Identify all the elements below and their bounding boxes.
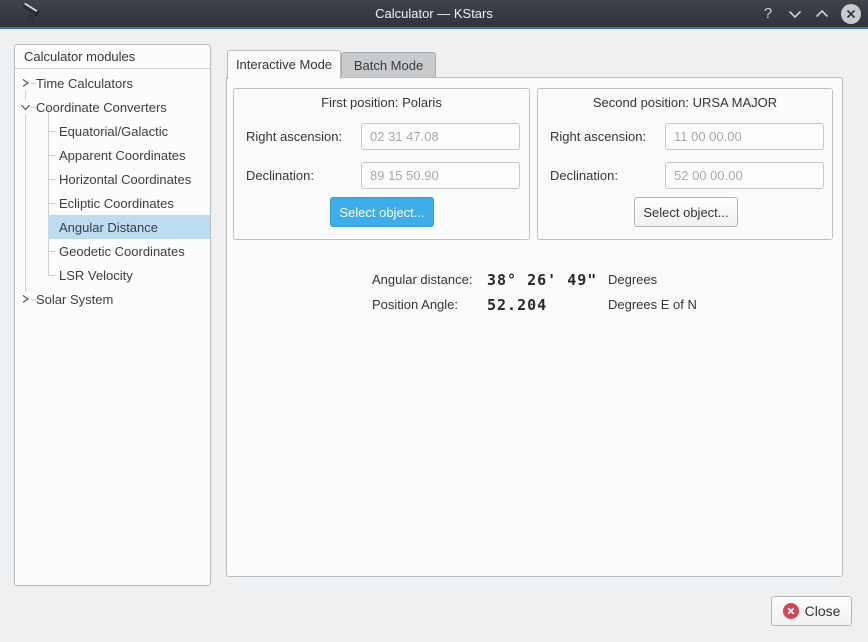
tree-item-label: Geodetic Coordinates: [59, 244, 185, 259]
sidebar-item-horizontal-coordinates[interactable]: Horizontal Coordinates: [48, 167, 210, 191]
tree-item-label: Equatorial/Galactic: [59, 124, 168, 139]
first-ra-label: Right ascension:: [246, 123, 342, 150]
chevron-up-icon: [815, 8, 829, 20]
position-angle-unit: Degrees E of N: [608, 297, 697, 312]
tab-interactive-mode[interactable]: Interactive Mode: [227, 50, 341, 79]
first-dec-label: Declination:: [246, 162, 314, 189]
kstars-calculator-window: Calculator — KStars ? Calculator modules: [0, 0, 868, 642]
second-ra-label: Right ascension:: [550, 123, 646, 150]
first-dec-input[interactable]: [361, 162, 520, 189]
sidebar-header: Calculator modules: [15, 45, 210, 69]
angular-distance-unit: Degrees: [608, 272, 697, 287]
tab-batch-mode[interactable]: Batch Mode: [341, 52, 436, 78]
sidebar-item-apparent-coordinates[interactable]: Apparent Coordinates: [48, 143, 210, 167]
sidebar-item-equatorial-galactic[interactable]: Equatorial/Galactic: [48, 119, 210, 143]
help-button[interactable]: ?: [760, 5, 776, 23]
position-angle-label: Position Angle:: [372, 297, 487, 312]
position-angle-value: 52.204: [487, 296, 608, 314]
results-area: Angular distance: 38° 26' 49" Degrees Po…: [372, 267, 697, 317]
maximize-button[interactable]: [814, 5, 830, 23]
interactive-mode-panel: First position: Polaris Right ascension:…: [226, 77, 843, 577]
first-ra-input[interactable]: [361, 123, 520, 150]
chevron-right-icon[interactable]: [20, 76, 31, 90]
shade-button[interactable]: [787, 5, 803, 23]
sidebar-item-time-calculators[interactable]: Time Calculators: [15, 71, 210, 95]
module-tree: Time Calculators Coordinate Converters E…: [15, 69, 210, 311]
titlebar[interactable]: Calculator — KStars ?: [0, 0, 868, 27]
sidebar-item-solar-system[interactable]: Solar System: [15, 287, 210, 311]
second-position-groupbox: Second position: URSA MAJOR Right ascens…: [537, 88, 833, 240]
close-button-label: Close: [805, 603, 841, 619]
second-ra-input[interactable]: [665, 123, 824, 150]
tree-item-label: Horizontal Coordinates: [59, 172, 191, 187]
tree-item-label: LSR Velocity: [59, 268, 133, 283]
second-position-title: Second position: URSA MAJOR: [538, 95, 832, 110]
tree-item-label: Apparent Coordinates: [59, 148, 185, 163]
tree-item-label: Coordinate Converters: [36, 100, 167, 115]
sidebar-item-lsr-velocity[interactable]: LSR Velocity: [48, 263, 210, 287]
titlebar-accent-line: [0, 27, 868, 29]
question-mark-icon: ?: [764, 6, 772, 22]
chevron-down-icon: [788, 8, 802, 20]
sidebar-item-geodetic-coordinates[interactable]: Geodetic Coordinates: [48, 239, 210, 263]
first-position-title: First position: Polaris: [234, 95, 529, 110]
first-position-groupbox: First position: Polaris Right ascension:…: [233, 88, 530, 240]
tree-item-label: Solar System: [36, 292, 113, 307]
second-dec-label: Declination:: [550, 162, 618, 189]
red-circled-x-icon: [783, 603, 799, 619]
tree-item-label: Time Calculators: [36, 76, 133, 91]
chevron-right-icon[interactable]: [20, 292, 31, 306]
close-icon: [846, 9, 856, 19]
sidebar-item-coordinate-converters[interactable]: Coordinate Converters: [15, 95, 210, 119]
calculator-modules-panel: Calculator modules Time Calculators Coor…: [14, 44, 211, 586]
sidebar-item-ecliptic-coordinates[interactable]: Ecliptic Coordinates: [48, 191, 210, 215]
second-select-object-button[interactable]: Select object...: [634, 197, 738, 227]
second-dec-input[interactable]: [665, 162, 824, 189]
angular-distance-label: Angular distance:: [372, 272, 487, 287]
sidebar-item-angular-distance[interactable]: Angular Distance: [48, 215, 210, 239]
angular-distance-value: 38° 26' 49": [487, 271, 608, 289]
titlebar-controls: ?: [760, 0, 861, 27]
chevron-down-icon[interactable]: [20, 100, 31, 114]
close-window-button[interactable]: [841, 4, 861, 24]
first-select-object-button[interactable]: Select object...: [330, 197, 434, 227]
tree-item-label: Angular Distance: [59, 220, 158, 235]
close-button[interactable]: Close: [771, 596, 852, 626]
tree-item-label: Ecliptic Coordinates: [59, 196, 174, 211]
window-title: Calculator — KStars: [0, 0, 868, 27]
